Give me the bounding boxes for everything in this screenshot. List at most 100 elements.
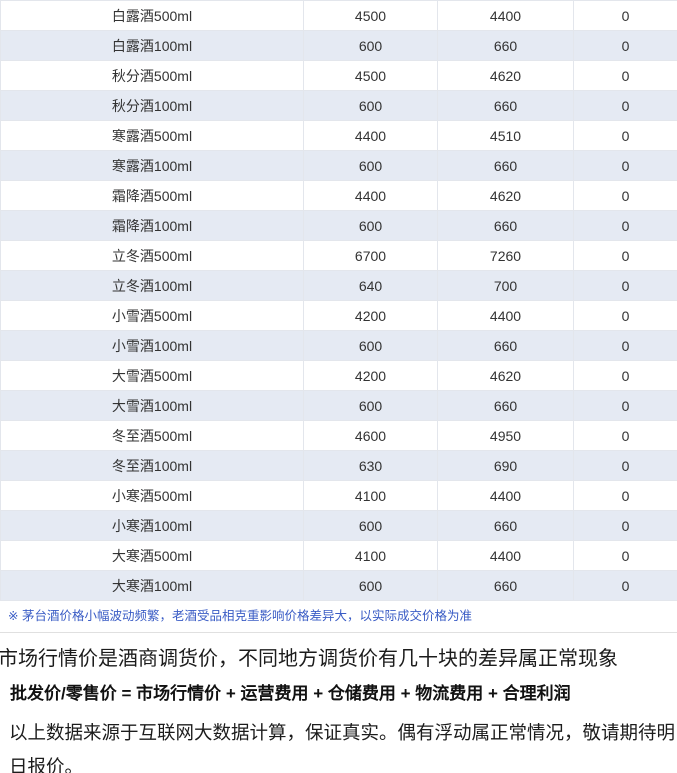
price-cell: 0 [574, 121, 677, 151]
price-cell: 640 [304, 271, 438, 301]
product-name-cell: 大寒酒100ml [1, 571, 304, 601]
table-row: 冬至酒500ml460049500 [1, 421, 677, 451]
table-row: 立冬酒100ml6407000 [1, 271, 677, 301]
price-cell: 700 [438, 271, 574, 301]
price-cell: 0 [574, 571, 677, 601]
price-cell: 0 [574, 361, 677, 391]
price-table: 白露酒500ml450044000白露酒100ml6006600秋分酒500ml… [0, 0, 677, 601]
product-name-cell: 立冬酒500ml [1, 241, 304, 271]
product-name-cell: 大寒酒500ml [1, 541, 304, 571]
price-cell: 0 [574, 151, 677, 181]
price-cell: 4200 [304, 301, 438, 331]
table-row: 霜降酒100ml6006600 [1, 211, 677, 241]
table-row: 白露酒100ml6006600 [1, 31, 677, 61]
price-cell: 0 [574, 301, 677, 331]
table-row: 大寒酒100ml6006600 [1, 571, 677, 601]
product-name-cell: 立冬酒100ml [1, 271, 304, 301]
price-cell: 4500 [304, 61, 438, 91]
price-cell: 4620 [438, 181, 574, 211]
price-cell: 4400 [438, 481, 574, 511]
price-cell: 660 [438, 91, 574, 121]
table-row: 立冬酒500ml670072600 [1, 241, 677, 271]
price-cell: 660 [438, 211, 574, 241]
product-name-cell: 霜降酒500ml [1, 181, 304, 211]
price-cell: 0 [574, 91, 677, 121]
table-row: 寒露酒100ml6006600 [1, 151, 677, 181]
table-row: 大寒酒500ml410044000 [1, 541, 677, 571]
price-cell: 660 [438, 391, 574, 421]
price-cell: 4500 [304, 1, 438, 31]
price-cell: 600 [304, 151, 438, 181]
price-cell: 600 [304, 211, 438, 241]
price-cell: 4100 [304, 481, 438, 511]
data-source-statement: 以上数据来源于互联网大数据计算，保证真实。偶有浮动属正常情况，敬请期待明日报价。 [9, 716, 675, 773]
price-cell: 660 [438, 571, 574, 601]
price-cell: 6700 [304, 241, 438, 271]
product-name-cell: 小雪酒100ml [1, 331, 304, 361]
product-name-cell: 秋分酒500ml [1, 61, 304, 91]
price-cell: 4950 [438, 421, 574, 451]
price-cell: 0 [574, 391, 677, 421]
table-row: 白露酒500ml450044000 [1, 1, 677, 31]
price-cell: 4620 [438, 361, 574, 391]
price-cell: 4620 [438, 61, 574, 91]
price-cell: 4400 [304, 121, 438, 151]
table-row: 秋分酒100ml6006600 [1, 91, 677, 121]
price-cell: 0 [574, 451, 677, 481]
footer-text-block: 市场行情价是酒商调货价，不同地方调货价有几十块的差异属正常现象 批发价/零售价 … [0, 647, 677, 773]
product-name-cell: 小雪酒500ml [1, 301, 304, 331]
price-cell: 0 [574, 481, 677, 511]
price-cell: 4510 [438, 121, 574, 151]
product-name-cell: 小寒酒100ml [1, 511, 304, 541]
price-cell: 600 [304, 511, 438, 541]
price-cell: 0 [574, 331, 677, 361]
price-cell: 0 [574, 211, 677, 241]
product-name-cell: 白露酒500ml [1, 1, 304, 31]
price-cell: 600 [304, 91, 438, 121]
product-name-cell: 冬至酒100ml [1, 451, 304, 481]
price-formula: 批发价/零售价 = 市场行情价 + 运营费用 + 仓储费用 + 物流费用 + 合… [10, 683, 677, 705]
table-row: 小雪酒100ml6006600 [1, 331, 677, 361]
price-cell: 0 [574, 241, 677, 271]
price-cell: 4600 [304, 421, 438, 451]
price-cell: 4400 [438, 301, 574, 331]
price-cell: 600 [304, 31, 438, 61]
product-name-cell: 霜降酒100ml [1, 211, 304, 241]
table-row: 大雪酒500ml420046200 [1, 361, 677, 391]
price-cell: 0 [574, 61, 677, 91]
product-name-cell: 寒露酒100ml [1, 151, 304, 181]
product-name-cell: 白露酒100ml [1, 31, 304, 61]
product-name-cell: 冬至酒500ml [1, 421, 304, 451]
price-cell: 0 [574, 421, 677, 451]
price-cell: 600 [304, 391, 438, 421]
table-row: 寒露酒500ml440045100 [1, 121, 677, 151]
market-price-explanation: 市场行情价是酒商调货价，不同地方调货价有几十块的差异属正常现象 [0, 647, 677, 671]
table-row: 小寒酒100ml6006600 [1, 511, 677, 541]
table-row: 小寒酒500ml410044000 [1, 481, 677, 511]
price-table-body: 白露酒500ml450044000白露酒100ml6006600秋分酒500ml… [1, 1, 677, 601]
table-row: 秋分酒500ml450046200 [1, 61, 677, 91]
price-cell: 660 [438, 511, 574, 541]
price-cell: 4100 [304, 541, 438, 571]
price-cell: 630 [304, 451, 438, 481]
price-cell: 4400 [304, 181, 438, 211]
price-cell: 660 [438, 31, 574, 61]
product-name-cell: 寒露酒500ml [1, 121, 304, 151]
price-cell: 600 [304, 331, 438, 361]
price-cell: 600 [304, 571, 438, 601]
price-cell: 690 [438, 451, 574, 481]
product-name-cell: 大雪酒100ml [1, 391, 304, 421]
table-row: 冬至酒100ml6306900 [1, 451, 677, 481]
price-cell: 0 [574, 1, 677, 31]
price-cell: 4200 [304, 361, 438, 391]
product-name-cell: 小寒酒500ml [1, 481, 304, 511]
price-cell: 0 [574, 511, 677, 541]
price-cell: 0 [574, 271, 677, 301]
price-cell: 4400 [438, 541, 574, 571]
price-cell: 0 [574, 541, 677, 571]
table-row: 大雪酒100ml6006600 [1, 391, 677, 421]
price-cell: 660 [438, 331, 574, 361]
price-cell: 0 [574, 31, 677, 61]
product-name-cell: 大雪酒500ml [1, 361, 304, 391]
price-cell: 0 [574, 181, 677, 211]
